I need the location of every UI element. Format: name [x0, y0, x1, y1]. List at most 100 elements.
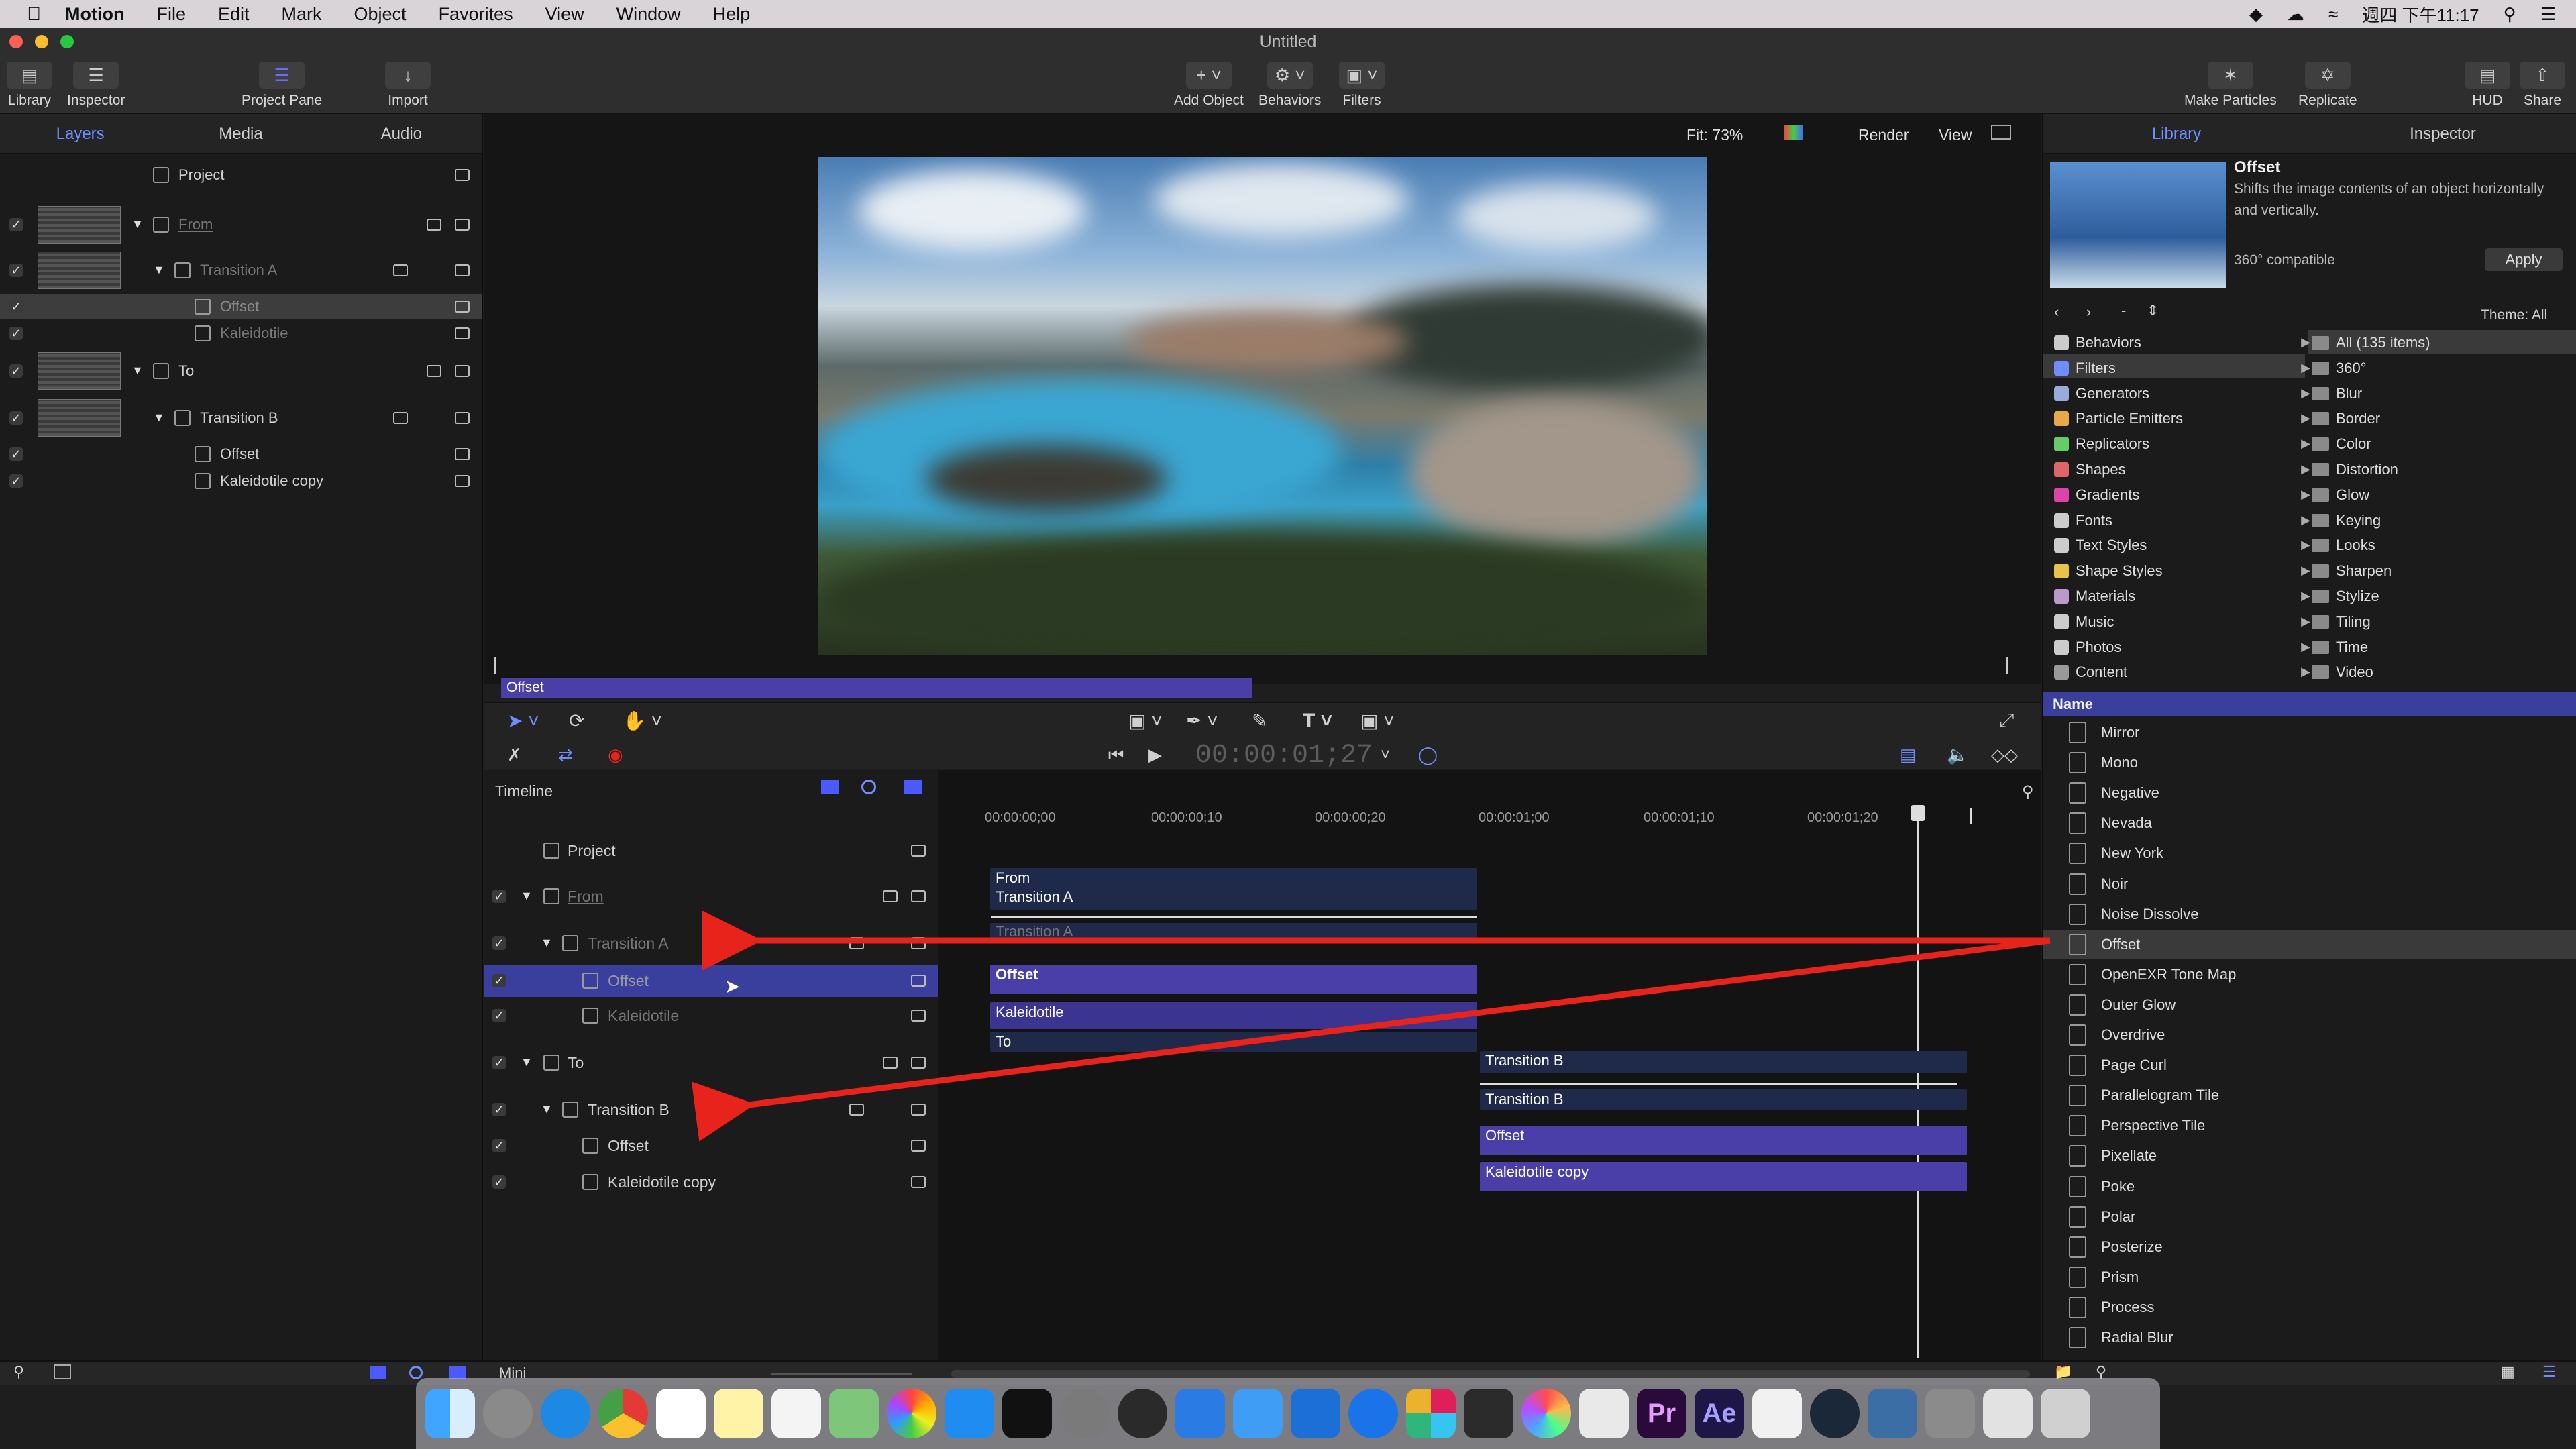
notes-icon[interactable] [714, 1389, 763, 1438]
playhead-handle-icon[interactable] [1911, 805, 1925, 821]
menu-mark[interactable]: Mark [282, 4, 322, 25]
layer-row-transition-b[interactable]: ✓ ▼ Transition B [0, 396, 482, 440]
lock-icon[interactable] [911, 1057, 926, 1069]
mask-tool-icon[interactable]: ▣ ˅ [1360, 710, 1395, 732]
filter-item[interactable]: Outer Glow [2069, 990, 2576, 1020]
disclosure-arrow-icon[interactable]: ▶ [2301, 564, 2310, 578]
clip-kaleidotile-copy[interactable]: Kaleidotile copy [1480, 1162, 1967, 1191]
subcategory-item[interactable]: Distortion [2312, 461, 2398, 478]
disclosure-arrow-icon[interactable]: ▶ [2301, 335, 2310, 350]
lock-icon[interactable] [911, 890, 926, 902]
filter-item[interactable]: Polar [2069, 1202, 2576, 1232]
group-type-icon[interactable] [883, 1057, 898, 1069]
menu-edit[interactable]: Edit [218, 4, 250, 25]
script-editor-icon[interactable] [1752, 1389, 1802, 1438]
filter-item[interactable]: Parallelogram Tile [2069, 1081, 2576, 1110]
disclosure-arrow-icon[interactable]: ▶ [2301, 411, 2310, 425]
disclosure-arrow-icon[interactable]: ▶ [2301, 665, 2310, 679]
render-menu[interactable]: Render [1858, 126, 1909, 144]
photos-icon[interactable] [887, 1389, 936, 1438]
mute-icon[interactable]: ✗ [507, 745, 522, 765]
subcategory-item[interactable]: Border [2312, 410, 2380, 427]
chrome-icon[interactable] [598, 1389, 648, 1438]
timeline-row-offset-a[interactable]: ✓ Offset ➤ [484, 965, 938, 997]
app-store-icon[interactable] [945, 1389, 994, 1438]
filter-item[interactable]: New York [2069, 839, 2576, 868]
lock-icon[interactable] [911, 845, 926, 857]
path-popup-icon[interactable]: - ⇕ [2121, 302, 2159, 319]
tab-media[interactable]: Media [160, 114, 321, 153]
panel-toggle-icon[interactable] [54, 1364, 71, 1379]
menu-favorites[interactable]: Favorites [439, 4, 513, 25]
lock-icon[interactable] [455, 365, 470, 377]
disclosure-triangle-icon[interactable]: ▼ [541, 936, 553, 950]
paint-tool-icon[interactable]: ✎ [1252, 710, 1267, 732]
subcategory-item[interactable]: Sharpen [2312, 562, 2392, 580]
disclosure-arrow-icon[interactable]: ▶ [2301, 589, 2310, 603]
lock-icon[interactable] [455, 264, 470, 276]
fit-zoom-control[interactable]: Fit: 73% [1686, 126, 1743, 144]
category-filters[interactable]: Filters [2054, 360, 2116, 377]
grid-view-icon[interactable]: ▦ [2501, 1363, 2515, 1381]
disclosure-arrow-icon[interactable]: ▶ [2301, 386, 2310, 400]
lock-icon[interactable] [455, 169, 470, 181]
replicate-button[interactable]: ✡ Replicate [2298, 62, 2357, 109]
adjust-tool-icon[interactable]: ⟳ [569, 710, 584, 732]
steam-icon[interactable] [1810, 1389, 1860, 1438]
menu-window[interactable]: Window [616, 4, 681, 25]
disclosure-triangle-icon[interactable]: ▼ [131, 217, 144, 231]
subcategory-item[interactable]: Blur [2312, 385, 2362, 402]
add-object-button[interactable]: + ˅ Add Object [1174, 62, 1244, 109]
search-icon[interactable]: ⚲ [13, 1363, 24, 1381]
subcategory-item[interactable]: 360° [2312, 360, 2367, 377]
category-content[interactable]: Content [2054, 663, 2127, 681]
timeline-row-project[interactable]: Project [484, 837, 938, 864]
layer-row-to[interactable]: ✓ ▼ To [0, 349, 482, 393]
menu-view[interactable]: View [545, 4, 584, 25]
share-button[interactable]: ⇧ Share [2520, 62, 2565, 109]
group-type-icon[interactable] [393, 412, 408, 424]
visibility-checkbox[interactable]: ✓ [9, 264, 23, 277]
filters-button[interactable]: ▣ ˅ Filters [1339, 62, 1385, 109]
lock-icon[interactable] [455, 475, 470, 487]
calendar-icon[interactable] [656, 1389, 706, 1438]
tab-library[interactable]: Library [2043, 114, 2310, 153]
lock-icon[interactable] [911, 937, 926, 949]
play-icon[interactable]: ▶ [1148, 745, 1162, 765]
layer-row-offset-b[interactable]: ✓ Offset [0, 441, 482, 467]
lock-icon[interactable] [911, 975, 926, 987]
clip-transition-b-group[interactable]: Transition B [1480, 1051, 1967, 1073]
finder-icon[interactable] [425, 1389, 475, 1438]
disclosure-triangle-icon[interactable]: ▼ [153, 411, 165, 425]
filter-item[interactable]: Mirror [2069, 718, 2576, 747]
compressor-icon[interactable] [1868, 1389, 1917, 1438]
visibility-checkbox[interactable]: ✓ [492, 1103, 506, 1116]
safari-icon[interactable] [541, 1389, 590, 1438]
category-text-styles[interactable]: Text Styles [2054, 537, 2147, 554]
timeline-row-to[interactable]: ✓ ▼ To [484, 1049, 938, 1076]
archive-icon[interactable] [1983, 1389, 2033, 1438]
keyframe-nav-icon[interactable]: ◇◇ [1991, 745, 2018, 765]
visibility-checkbox[interactable]: ✓ [9, 447, 23, 461]
expand-icon[interactable]: ⤢ [1999, 710, 2014, 732]
lock-icon[interactable] [455, 301, 470, 313]
menu-file[interactable]: File [156, 4, 186, 25]
after-effects-icon[interactable]: Ae [1695, 1389, 1744, 1438]
pan-tool-icon[interactable]: ✋ ˅ [623, 710, 662, 732]
cloud-icon[interactable]: ☁ [2287, 4, 2304, 25]
slack-icon[interactable] [1406, 1389, 1456, 1438]
import-button[interactable]: ↓ Import [385, 62, 431, 109]
visibility-checkbox[interactable]: ✓ [9, 300, 23, 313]
disclosure-arrow-icon[interactable]: ▶ [2301, 538, 2310, 552]
list-header[interactable]: Name [2043, 692, 2576, 716]
clip-kaleidotile[interactable]: Kaleidotile [990, 1002, 1477, 1029]
dropbox-icon[interactable]: ◆ [2249, 4, 2263, 25]
library-button[interactable]: ▤ Library [7, 62, 52, 109]
zoom-icon[interactable]: ⚲ [2022, 782, 2034, 802]
category-shapes[interactable]: Shapes [2054, 461, 2126, 478]
subcategory-item[interactable]: Color [2312, 435, 2371, 453]
category-materials[interactable]: Materials [2054, 588, 2135, 605]
forward-icon[interactable]: › [2086, 303, 2091, 321]
shape-tool-icon[interactable]: ▣ ˅ [1128, 710, 1163, 732]
filter-item[interactable]: Offset [2043, 929, 2576, 959]
